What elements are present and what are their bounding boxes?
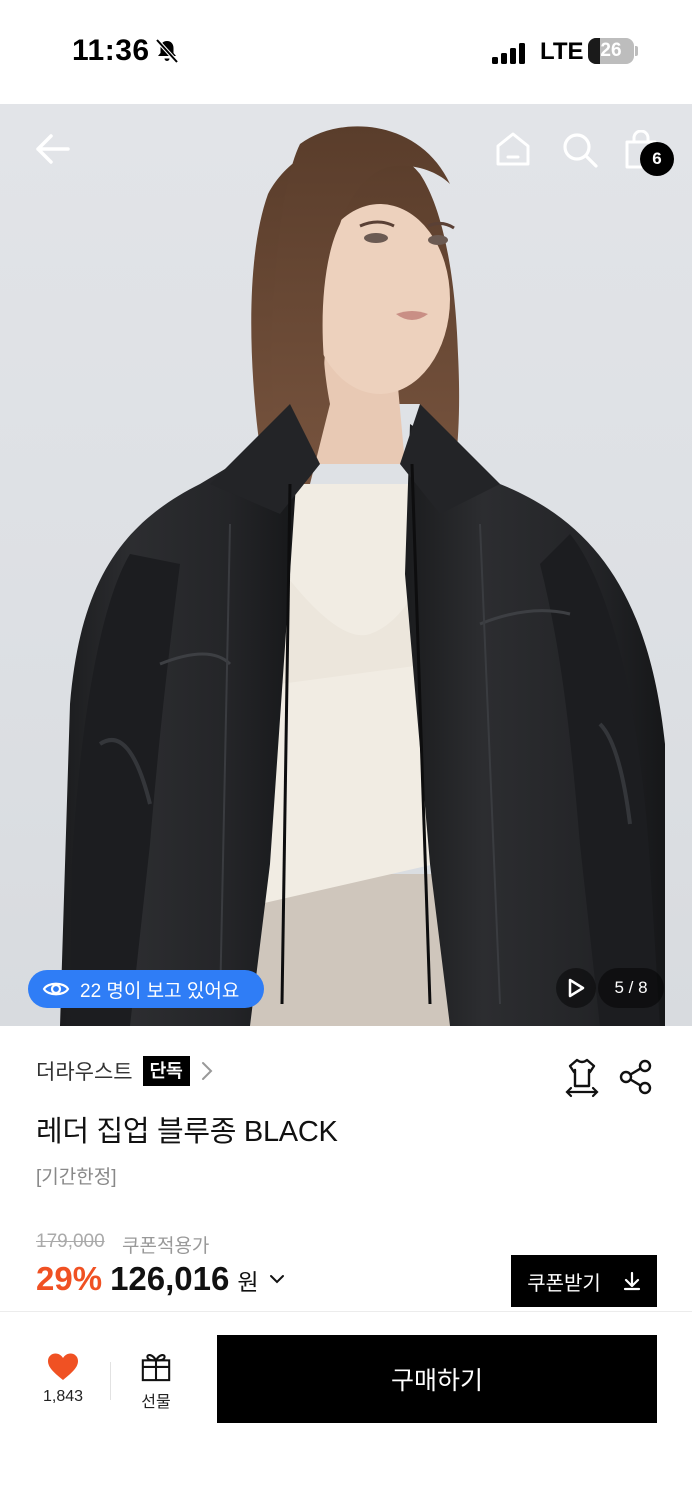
chevron-right-icon [201,1062,213,1080]
live-viewers-badge: 22 명이 보고 있어요 [28,970,264,1008]
product-image[interactable]: 22 명이 보고 있어요 5 / 8 [0,104,692,1026]
image-page-indicator: 5 / 8 [598,968,664,1008]
buy-button[interactable]: 구매하기 [217,1335,657,1423]
product-tag: [기간한정] [36,1167,117,1188]
viewers-text: 22 명이 보고 있어요 [80,980,240,1002]
product-title: 레더 집업 블루종 BLACK [36,1116,338,1148]
search-icon[interactable] [560,130,600,170]
play-icon [568,978,585,998]
gift-button[interactable]: 선물 [130,1350,182,1412]
cart-count-badge: 6 [640,142,674,176]
bell-off-icon [155,38,179,64]
chevron-down-icon[interactable] [269,1273,285,1285]
exclusive-badge: 단독 [142,1056,190,1086]
back-arrow-icon[interactable] [34,130,72,168]
home-icon[interactable] [494,130,532,168]
price-row[interactable]: 29% 126,016 원 [36,1260,285,1298]
like-count: 1,843 [42,1388,84,1405]
status-bar: 11:36 LTE 26 [0,0,692,104]
model-photo [60,126,665,1026]
discount-rate: 29% [36,1260,103,1297]
share-icon[interactable] [618,1058,654,1096]
eye-icon [42,982,70,996]
sale-price: 126,016 [110,1260,230,1297]
download-icon [623,1271,640,1291]
brand-name: 더라우스트 [36,1061,133,1084]
coupon-applied-label: 쿠폰적용가 [122,1236,210,1257]
like-button[interactable]: 1,843 [34,1352,92,1414]
signal-icon [492,42,528,64]
bottom-bar-divider [0,1311,692,1312]
gift-label: 선물 [141,1394,171,1411]
network-type: LTE [540,38,584,65]
size-guide-icon[interactable] [562,1056,602,1098]
status-time: 11:36 [72,34,150,67]
heart-icon [48,1353,78,1380]
coupon-button-label: 쿠폰받기 [527,1272,601,1295]
currency-label: 원 [237,1269,259,1295]
battery-level: 26 [600,40,622,61]
battery-nub [635,46,638,56]
original-price: 179,000 [36,1231,105,1252]
battery-icon: 26 [588,38,634,64]
bottom-bar-separator [110,1362,111,1400]
play-video-button[interactable] [556,968,596,1008]
get-coupon-button[interactable]: 쿠폰받기 [511,1255,657,1307]
gift-icon [141,1353,171,1382]
brand-link[interactable]: 더라우스트 단독 [36,1056,214,1086]
